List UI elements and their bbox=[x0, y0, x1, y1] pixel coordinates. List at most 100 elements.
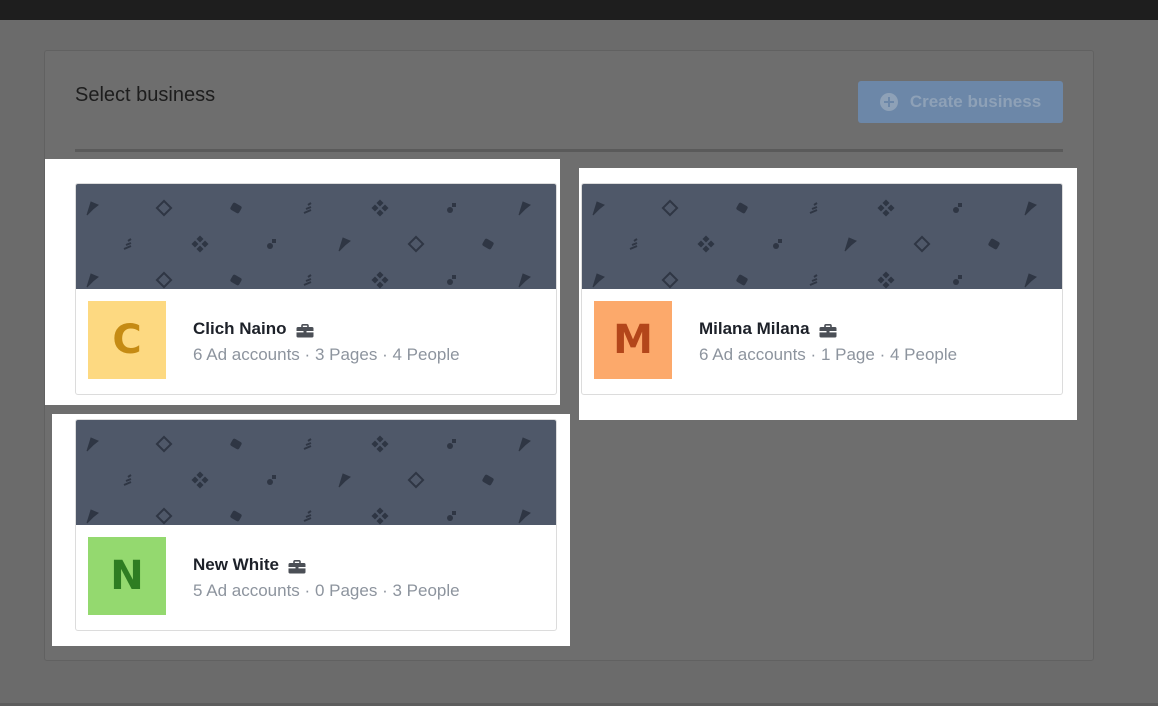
business-stats: 5 Ad accounts · 0 Pages · 3 People bbox=[193, 581, 460, 601]
pattern-glyph bbox=[230, 274, 242, 286]
pattern-glyph bbox=[303, 510, 312, 522]
pattern-glyph bbox=[371, 271, 389, 289]
pattern-glyph bbox=[518, 509, 531, 524]
pattern-glyph bbox=[1024, 201, 1037, 216]
pattern-glyph bbox=[338, 473, 351, 488]
pattern-glyph bbox=[518, 437, 531, 452]
pattern-glyph bbox=[155, 435, 173, 453]
separator: · bbox=[382, 581, 388, 600]
ad-accounts-count: 6 Ad accounts bbox=[699, 345, 806, 364]
pattern-glyph bbox=[844, 237, 857, 252]
pattern-glyph bbox=[809, 202, 818, 214]
avatar-initial: C bbox=[112, 317, 142, 363]
pattern-glyph bbox=[123, 474, 132, 486]
pattern-glyph bbox=[518, 273, 531, 288]
business-avatar: C bbox=[88, 301, 166, 379]
separator: · bbox=[810, 345, 817, 364]
people-count: 4 People bbox=[392, 345, 460, 364]
pattern-glyph bbox=[338, 237, 351, 252]
pattern-glyph bbox=[877, 271, 895, 289]
avatar-initial: N bbox=[110, 553, 144, 599]
briefcase-icon bbox=[296, 323, 314, 338]
pattern-glyph bbox=[407, 235, 425, 253]
pattern-glyph bbox=[230, 510, 242, 522]
pattern-glyph bbox=[407, 471, 425, 489]
pattern-glyph bbox=[371, 435, 389, 453]
pattern-glyph bbox=[736, 202, 748, 214]
pattern-glyph bbox=[447, 511, 456, 521]
business-stats: 6 Ad accounts · 1 Page · 4 People bbox=[699, 345, 957, 365]
business-name-text: Milana Milana bbox=[699, 319, 810, 338]
pattern-glyph bbox=[86, 273, 99, 288]
pattern-glyph bbox=[1024, 273, 1037, 288]
create-business-button[interactable]: Create business bbox=[858, 81, 1063, 123]
pattern-glyph bbox=[371, 507, 389, 525]
pattern-glyph bbox=[953, 275, 962, 285]
briefcase-icon bbox=[819, 323, 837, 338]
business-name-text: Clich Naino bbox=[193, 319, 287, 338]
pattern-glyph bbox=[267, 239, 276, 249]
pattern-glyph bbox=[86, 437, 99, 452]
pattern-glyph bbox=[447, 275, 456, 285]
pattern-glyph bbox=[371, 199, 389, 217]
pattern-glyph bbox=[303, 274, 312, 286]
pattern-glyph bbox=[953, 203, 962, 213]
separator: · bbox=[304, 581, 311, 600]
business-name-text: New White bbox=[193, 555, 279, 574]
pattern-glyph bbox=[697, 235, 715, 253]
ad-accounts-count: 6 Ad accounts bbox=[193, 345, 300, 364]
pattern-glyph bbox=[303, 438, 312, 450]
separator: · bbox=[879, 345, 886, 364]
pattern-glyph bbox=[155, 507, 173, 525]
top-bar bbox=[0, 0, 1158, 20]
pattern-glyph bbox=[988, 238, 1000, 250]
business-stats: 6 Ad accounts · 3 Pages · 4 People bbox=[193, 345, 460, 365]
pattern-glyph bbox=[877, 199, 895, 217]
pattern-glyph bbox=[447, 203, 456, 213]
pattern-glyph bbox=[661, 271, 679, 289]
separator: · bbox=[304, 345, 311, 364]
briefcase-icon bbox=[288, 559, 306, 574]
avatar-initial: M bbox=[613, 317, 653, 363]
pattern-glyph bbox=[191, 471, 209, 489]
create-business-label: Create business bbox=[909, 92, 1042, 111]
pattern-glyph bbox=[230, 202, 242, 214]
pattern-glyph bbox=[155, 199, 173, 217]
pattern-glyph bbox=[267, 475, 276, 485]
pattern-glyph bbox=[592, 201, 605, 216]
people-count: 3 People bbox=[392, 581, 460, 600]
business-card-milana-milana[interactable]: M Milana Milana 6 Ad accounts · 1 Page ·… bbox=[581, 183, 1063, 395]
card-banner bbox=[582, 184, 1062, 289]
pages-count: 0 Pages bbox=[314, 581, 378, 600]
business-card-clich-naino[interactable]: C Clich Naino 6 Ad accounts · 3 Pages · … bbox=[75, 183, 557, 395]
pages-count: 1 Page bbox=[820, 345, 875, 364]
pattern-glyph bbox=[629, 238, 638, 250]
pattern-glyph bbox=[518, 201, 531, 216]
pattern-glyph bbox=[736, 274, 748, 286]
pattern-glyph bbox=[230, 438, 242, 450]
pattern-glyph bbox=[303, 202, 312, 214]
separator: · bbox=[382, 345, 388, 364]
business-name: Clich Naino bbox=[193, 319, 314, 339]
pattern-glyph bbox=[592, 273, 605, 288]
pattern-glyph bbox=[809, 274, 818, 286]
pattern-glyph bbox=[191, 235, 209, 253]
pattern-glyph bbox=[86, 509, 99, 524]
card-banner bbox=[76, 184, 556, 289]
plus-circle-icon bbox=[879, 93, 898, 111]
card-banner bbox=[76, 420, 556, 525]
pattern-glyph bbox=[661, 199, 679, 217]
divider bbox=[75, 149, 1063, 152]
pattern-glyph bbox=[123, 238, 132, 250]
business-avatar: N bbox=[88, 537, 166, 615]
pattern-glyph bbox=[447, 439, 456, 449]
ad-accounts-count: 5 Ad accounts bbox=[193, 581, 300, 600]
pattern-glyph bbox=[482, 474, 494, 486]
business-name: Milana Milana bbox=[699, 319, 837, 339]
business-avatar: M bbox=[594, 301, 672, 379]
pattern-glyph bbox=[155, 271, 173, 289]
business-name: New White bbox=[193, 555, 306, 575]
page-title: Select business bbox=[75, 84, 216, 106]
pages-count: 3 Pages bbox=[314, 345, 378, 364]
business-card-new-white[interactable]: N New White 5 Ad accounts · 0 Pages · 3 … bbox=[75, 419, 557, 631]
